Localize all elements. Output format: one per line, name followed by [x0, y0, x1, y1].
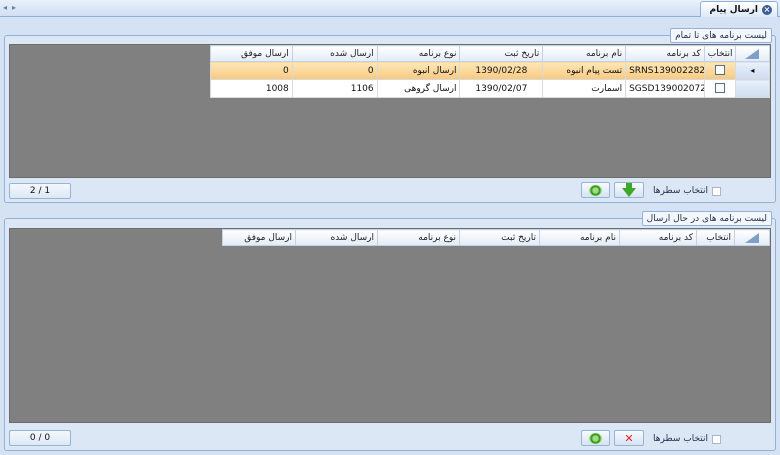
completed-programs-title: لیست برنامه های تا تمام [670, 28, 772, 43]
select-rows-label: انتخاب سطرها [653, 434, 708, 444]
tab-scroll-left-icon[interactable]: ◂ [3, 3, 7, 12]
column-header-success[interactable]: ارسال موفق [210, 45, 293, 62]
select-rows-toggle[interactable]: انتخاب سطرها [653, 434, 721, 444]
column-header-code[interactable]: کد برنامه [619, 229, 697, 246]
column-header-success[interactable]: ارسال موفق [222, 229, 296, 246]
tab-strip: ◂ ▸ ارسال پیام × [0, 0, 780, 17]
column-header-name[interactable]: نام برنامه [542, 45, 627, 62]
cell-select[interactable] [703, 61, 736, 80]
column-header-select[interactable]: انتخاب [703, 45, 736, 62]
cell-type: ارسال گروهی [376, 79, 461, 98]
sending-pager: 0 / 0 [9, 430, 71, 446]
row-checkbox[interactable] [714, 65, 725, 76]
tab-scroll-right-icon[interactable]: ▸ [12, 3, 16, 12]
cell-code: SGSD139002072 [625, 79, 705, 98]
cell-success: 0 [210, 61, 293, 80]
sending-programs-table: ارسال موفق ارسال شده نوع برنامه تاریخ ثب… [222, 229, 770, 246]
cell-sent: 0 [291, 61, 378, 80]
table-row[interactable]: 0 0 ارسال انبوه 1390/02/28 تست پیام انبو… [210, 61, 770, 80]
refresh-button[interactable] [581, 430, 610, 446]
row-indicator[interactable] [734, 79, 770, 98]
column-header-date[interactable]: تاریخ ثبت [459, 229, 540, 246]
column-header-type[interactable]: نوع برنامه [377, 229, 460, 246]
tab-title: ارسال پیام [709, 4, 758, 15]
column-header-sent[interactable]: ارسال شده [295, 229, 378, 246]
completed-programs-table: ارسال موفق ارسال شده نوع برنامه تاریخ ثب… [210, 45, 770, 98]
cell-date: 1390/02/28 [459, 61, 544, 80]
cell-select[interactable] [703, 79, 736, 98]
refresh-icon [589, 184, 602, 196]
download-arrow-icon [622, 182, 636, 197]
row-checkbox[interactable] [714, 83, 725, 94]
tab-send-message[interactable]: ارسال پیام × [700, 1, 778, 17]
cell-name: تست پیام انبوه [542, 61, 627, 80]
delete-icon: ✕ [624, 431, 634, 445]
delete-button[interactable]: ✕ [614, 430, 644, 446]
column-header-select[interactable]: انتخاب [696, 229, 735, 246]
refresh-icon [589, 432, 602, 444]
select-rows-checkbox[interactable] [711, 434, 721, 444]
table-header-row: ارسال موفق ارسال شده نوع برنامه تاریخ ثب… [222, 229, 770, 246]
select-rows-checkbox[interactable] [711, 186, 721, 196]
grid-corner[interactable] [734, 229, 770, 246]
cell-date: 1390/02/07 [459, 79, 544, 98]
cell-name: اسمارت [542, 79, 627, 98]
tab-nav: ◂ ▸ [3, 3, 16, 12]
column-header-name[interactable]: نام برنامه [539, 229, 620, 246]
transfer-down-button[interactable] [614, 182, 644, 198]
row-indicator[interactable]: ◂ [734, 61, 770, 80]
cell-sent: 1106 [291, 79, 378, 98]
table-header-row: ارسال موفق ارسال شده نوع برنامه تاریخ ثب… [210, 45, 770, 62]
cell-success: 1008 [210, 79, 293, 98]
column-header-sent[interactable]: ارسال شده [291, 45, 378, 62]
sending-programs-title: لیست برنامه های در حال ارسال [641, 211, 772, 226]
select-rows-label: انتخاب سطرها [653, 186, 708, 196]
completed-programs-grid[interactable]: ارسال موفق ارسال شده نوع برنامه تاریخ ثب… [9, 44, 771, 178]
current-row-arrow-icon: ◂ [750, 66, 755, 75]
cell-type: ارسال انبوه [376, 61, 461, 80]
column-header-type[interactable]: نوع برنامه [376, 45, 461, 62]
refresh-button[interactable] [581, 182, 610, 198]
sending-programs-group: لیست برنامه های در حال ارسال ارسال موفق … [4, 211, 776, 451]
sending-programs-grid[interactable]: ارسال موفق ارسال شده نوع برنامه تاریخ ثب… [9, 228, 771, 423]
cell-code: SRNS139002282 [625, 61, 705, 80]
completed-pager: 2 / 1 [9, 183, 71, 199]
table-row[interactable]: 1008 1106 ارسال گروهی 1390/02/07 اسمارت … [210, 79, 770, 98]
select-rows-toggle[interactable]: انتخاب سطرها [653, 186, 721, 196]
grid-corner[interactable] [734, 45, 770, 62]
close-icon[interactable]: × [762, 4, 772, 15]
column-header-date[interactable]: تاریخ ثبت [459, 45, 544, 62]
completed-programs-group: لیست برنامه های تا تمام ارسال موفق ارسال… [4, 28, 776, 203]
column-header-code[interactable]: کد برنامه [625, 45, 705, 62]
